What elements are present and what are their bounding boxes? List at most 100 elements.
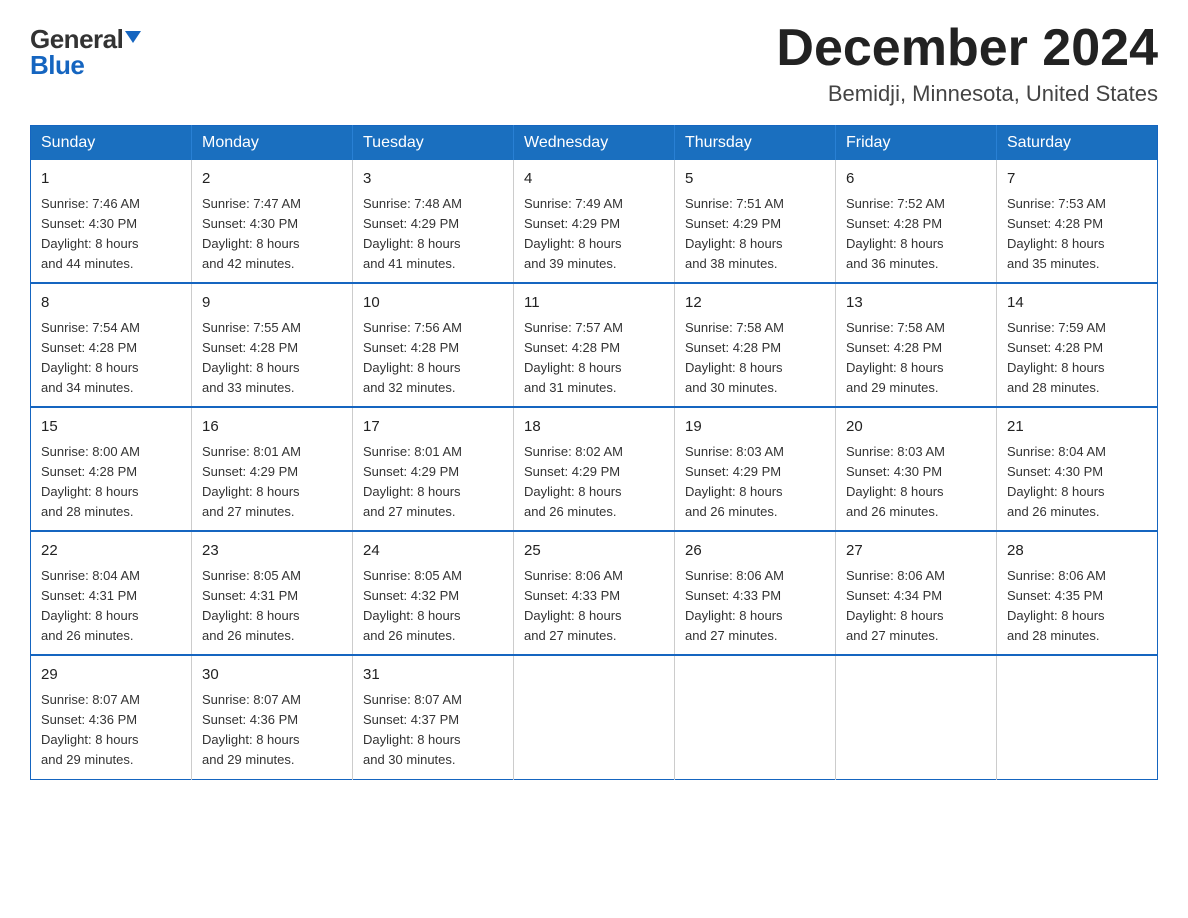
day-info: Sunrise: 8:07 AMSunset: 4:36 PMDaylight:… bbox=[41, 690, 181, 771]
logo-general-text: General bbox=[30, 26, 123, 52]
day-info: Sunrise: 8:06 AMSunset: 4:33 PMDaylight:… bbox=[524, 566, 664, 647]
logo-triangle-icon bbox=[125, 31, 141, 43]
day-number: 13 bbox=[846, 292, 986, 315]
day-info: Sunrise: 7:48 AMSunset: 4:29 PMDaylight:… bbox=[363, 194, 503, 275]
day-number: 26 bbox=[685, 540, 825, 563]
calendar-cell: 15 Sunrise: 8:00 AMSunset: 4:28 PMDayligh… bbox=[31, 407, 192, 531]
day-number: 20 bbox=[846, 416, 986, 439]
calendar-week-3: 15 Sunrise: 8:00 AMSunset: 4:28 PMDayligh… bbox=[31, 407, 1158, 531]
day-info: Sunrise: 8:01 AMSunset: 4:29 PMDaylight:… bbox=[363, 442, 503, 523]
day-number: 3 bbox=[363, 168, 503, 191]
calendar-cell: 3 Sunrise: 7:48 AMSunset: 4:29 PMDaylight… bbox=[353, 160, 514, 283]
logo: General Blue bbox=[30, 20, 141, 78]
day-info: Sunrise: 7:56 AMSunset: 4:28 PMDaylight:… bbox=[363, 318, 503, 399]
calendar-cell: 14 Sunrise: 7:59 AMSunset: 4:28 PMDayligh… bbox=[997, 283, 1158, 407]
calendar-week-2: 8Sunrise: 7:54 AMSunset: 4:28 PMDaylight… bbox=[31, 283, 1158, 407]
weekday-header-friday: Friday bbox=[836, 126, 997, 161]
day-info: Sunrise: 8:03 AMSunset: 4:30 PMDaylight:… bbox=[846, 442, 986, 523]
day-info: Sunrise: 8:02 AMSunset: 4:29 PMDaylight:… bbox=[524, 442, 664, 523]
calendar-cell: 22 Sunrise: 8:04 AMSunset: 4:31 PMDayligh… bbox=[31, 531, 192, 655]
calendar-cell: 26 Sunrise: 8:06 AMSunset: 4:33 PMDayligh… bbox=[675, 531, 836, 655]
day-info: Sunrise: 7:51 AMSunset: 4:29 PMDaylight:… bbox=[685, 194, 825, 275]
calendar-cell bbox=[675, 655, 836, 779]
day-info: Sunrise: 8:01 AMSunset: 4:29 PMDaylight:… bbox=[202, 442, 342, 523]
day-number: 28 bbox=[1007, 540, 1147, 563]
day-number: 15 bbox=[41, 416, 181, 439]
day-info: Sunrise: 7:52 AMSunset: 4:28 PMDaylight:… bbox=[846, 194, 986, 275]
day-info: Sunrise: 8:07 AMSunset: 4:36 PMDaylight:… bbox=[202, 690, 342, 771]
calendar-cell: 5 Sunrise: 7:51 AMSunset: 4:29 PMDaylight… bbox=[675, 160, 836, 283]
calendar-cell: 7 Sunrise: 7:53 AMSunset: 4:28 PMDaylight… bbox=[997, 160, 1158, 283]
day-number: 23 bbox=[202, 540, 342, 563]
calendar-table: SundayMondayTuesdayWednesdayThursdayFrid… bbox=[30, 125, 1158, 779]
day-info: Sunrise: 7:49 AMSunset: 4:29 PMDaylight:… bbox=[524, 194, 664, 275]
day-number: 30 bbox=[202, 664, 342, 687]
calendar-cell: 30 Sunrise: 8:07 AMSunset: 4:36 PMDayligh… bbox=[192, 655, 353, 779]
calendar-cell: 29 Sunrise: 8:07 AMSunset: 4:36 PMDayligh… bbox=[31, 655, 192, 779]
day-info: Sunrise: 7:58 AMSunset: 4:28 PMDaylight:… bbox=[846, 318, 986, 399]
day-info: Sunrise: 7:58 AMSunset: 4:28 PMDaylight:… bbox=[685, 318, 825, 399]
title-block: December 2024 Bemidji, Minnesota, United… bbox=[776, 20, 1158, 107]
day-info: Sunrise: 8:04 AMSunset: 4:30 PMDaylight:… bbox=[1007, 442, 1147, 523]
day-info: Sunrise: 8:00 AMSunset: 4:28 PMDaylight:… bbox=[41, 442, 181, 523]
calendar-cell: 17 Sunrise: 8:01 AMSunset: 4:29 PMDayligh… bbox=[353, 407, 514, 531]
weekday-header-sunday: Sunday bbox=[31, 126, 192, 161]
calendar-cell: 20 Sunrise: 8:03 AMSunset: 4:30 PMDayligh… bbox=[836, 407, 997, 531]
calendar-cell: 27 Sunrise: 8:06 AMSunset: 4:34 PMDayligh… bbox=[836, 531, 997, 655]
day-info: Sunrise: 7:59 AMSunset: 4:28 PMDaylight:… bbox=[1007, 318, 1147, 399]
calendar-cell: 8Sunrise: 7:54 AMSunset: 4:28 PMDaylight… bbox=[31, 283, 192, 407]
day-info: Sunrise: 7:53 AMSunset: 4:28 PMDaylight:… bbox=[1007, 194, 1147, 275]
day-number: 25 bbox=[524, 540, 664, 563]
logo-blue-text: Blue bbox=[30, 52, 84, 78]
day-number: 31 bbox=[363, 664, 503, 687]
day-number: 9 bbox=[202, 292, 342, 315]
calendar-cell bbox=[836, 655, 997, 779]
day-info: Sunrise: 7:47 AMSunset: 4:30 PMDaylight:… bbox=[202, 194, 342, 275]
day-number: 4 bbox=[524, 168, 664, 191]
calendar-cell: 21 Sunrise: 8:04 AMSunset: 4:30 PMDayligh… bbox=[997, 407, 1158, 531]
calendar-cell: 31Sunrise: 8:07 AMSunset: 4:37 PMDayligh… bbox=[353, 655, 514, 779]
day-number: 24 bbox=[363, 540, 503, 563]
day-number: 18 bbox=[524, 416, 664, 439]
page-header: General Blue December 2024 Bemidji, Minn… bbox=[30, 20, 1158, 107]
day-number: 27 bbox=[846, 540, 986, 563]
day-number: 17 bbox=[363, 416, 503, 439]
day-number: 10 bbox=[363, 292, 503, 315]
day-number: 29 bbox=[41, 664, 181, 687]
day-number: 11 bbox=[524, 292, 664, 315]
calendar-cell: 1 Sunrise: 7:46 AMSunset: 4:30 PMDaylight… bbox=[31, 160, 192, 283]
day-number: 8 bbox=[41, 292, 181, 315]
calendar-cell: 24 Sunrise: 8:05 AMSunset: 4:32 PMDayligh… bbox=[353, 531, 514, 655]
day-number: 21 bbox=[1007, 416, 1147, 439]
day-number: 16 bbox=[202, 416, 342, 439]
calendar-cell: 9Sunrise: 7:55 AMSunset: 4:28 PMDaylight… bbox=[192, 283, 353, 407]
weekday-header-wednesday: Wednesday bbox=[514, 126, 675, 161]
day-number: 1 bbox=[41, 168, 181, 191]
calendar-cell bbox=[514, 655, 675, 779]
day-number: 7 bbox=[1007, 168, 1147, 191]
calendar-cell: 28 Sunrise: 8:06 AMSunset: 4:35 PMDayligh… bbox=[997, 531, 1158, 655]
day-number: 14 bbox=[1007, 292, 1147, 315]
day-info: Sunrise: 8:06 AMSunset: 4:33 PMDaylight:… bbox=[685, 566, 825, 647]
day-number: 5 bbox=[685, 168, 825, 191]
day-info: Sunrise: 8:04 AMSunset: 4:31 PMDaylight:… bbox=[41, 566, 181, 647]
calendar-cell: 12Sunrise: 7:58 AMSunset: 4:28 PMDayligh… bbox=[675, 283, 836, 407]
weekday-header-tuesday: Tuesday bbox=[353, 126, 514, 161]
day-info: Sunrise: 8:06 AMSunset: 4:34 PMDaylight:… bbox=[846, 566, 986, 647]
calendar-header-row: SundayMondayTuesdayWednesdayThursdayFrid… bbox=[31, 126, 1158, 161]
day-info: Sunrise: 7:57 AMSunset: 4:28 PMDaylight:… bbox=[524, 318, 664, 399]
calendar-week-5: 29 Sunrise: 8:07 AMSunset: 4:36 PMDayligh… bbox=[31, 655, 1158, 779]
calendar-week-1: 1 Sunrise: 7:46 AMSunset: 4:30 PMDaylight… bbox=[31, 160, 1158, 283]
calendar-cell: 2Sunrise: 7:47 AMSunset: 4:30 PMDaylight… bbox=[192, 160, 353, 283]
location-title: Bemidji, Minnesota, United States bbox=[776, 81, 1158, 107]
day-number: 6 bbox=[846, 168, 986, 191]
day-info: Sunrise: 8:05 AMSunset: 4:32 PMDaylight:… bbox=[363, 566, 503, 647]
day-number: 22 bbox=[41, 540, 181, 563]
calendar-week-4: 22 Sunrise: 8:04 AMSunset: 4:31 PMDayligh… bbox=[31, 531, 1158, 655]
calendar-cell: 10 Sunrise: 7:56 AMSunset: 4:28 PMDayligh… bbox=[353, 283, 514, 407]
month-title: December 2024 bbox=[776, 20, 1158, 77]
calendar-cell: 19Sunrise: 8:03 AMSunset: 4:29 PMDayligh… bbox=[675, 407, 836, 531]
day-info: Sunrise: 8:03 AMSunset: 4:29 PMDaylight:… bbox=[685, 442, 825, 523]
day-info: Sunrise: 8:06 AMSunset: 4:35 PMDaylight:… bbox=[1007, 566, 1147, 647]
day-info: Sunrise: 7:46 AMSunset: 4:30 PMDaylight:… bbox=[41, 194, 181, 275]
